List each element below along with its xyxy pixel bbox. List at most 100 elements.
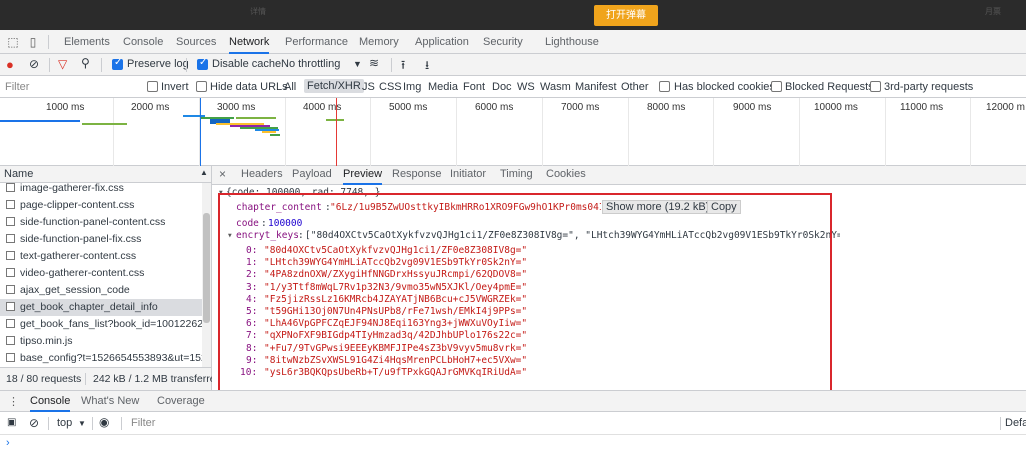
- clear-icon[interactable]: ⊘: [29, 57, 39, 71]
- eye-icon[interactable]: ◉: [99, 415, 109, 429]
- encrypted-key-value: "+Fu7/9TvGPwsi9EEEyKBMFJIPe4sZ3bV9vyv5mu…: [264, 342, 528, 354]
- filter-type-media[interactable]: Media: [428, 81, 458, 93]
- upload-icon[interactable]: ⭱: [401, 56, 405, 77]
- invert-checkbox[interactable]: [147, 81, 158, 92]
- array-index: 1:: [246, 257, 258, 269]
- tab-console[interactable]: Console: [123, 30, 163, 54]
- tab-headers[interactable]: Headers: [241, 168, 283, 180]
- has-blocked-cookies-checkbox[interactable]: [659, 81, 670, 92]
- filter-type-img[interactable]: Img: [403, 81, 421, 93]
- tab-security[interactable]: Security: [483, 30, 523, 54]
- request-row[interactable]: side-function-panel-content.css: [0, 214, 202, 231]
- tab-timing[interactable]: Timing: [500, 168, 533, 180]
- filter-bar: Filter Invert Hide data URLs All Fetch/X…: [0, 76, 1026, 98]
- page-ghost-text-left: 详情: [250, 7, 266, 16]
- tab-application[interactable]: Application: [415, 30, 469, 54]
- name-column-header[interactable]: Name: [4, 168, 33, 180]
- tab-network[interactable]: Network: [229, 30, 270, 54]
- wifi-icon[interactable]: ≋: [369, 56, 379, 70]
- network-toolbar: ● ⊘ ▽ ⚲ Preserve log Disable cache No th…: [0, 54, 1026, 76]
- context-selector[interactable]: top: [57, 417, 72, 429]
- request-row[interactable]: video-gatherer-content.css: [0, 265, 202, 282]
- console-prompt-icon[interactable]: ›: [6, 437, 10, 449]
- timeline-tick: 1000 ms: [46, 102, 85, 113]
- request-list: Name ▲ image-gatherer-fix.css page-clippe…: [0, 166, 221, 390]
- open-danmaku-button[interactable]: 打开弹幕: [594, 5, 658, 26]
- filter-type-font[interactable]: Font: [463, 81, 485, 93]
- preserve-log-checkbox[interactable]: [112, 57, 123, 70]
- expand-triangle-icon[interactable]: ▾: [218, 187, 224, 198]
- download-icon[interactable]: ⭳: [425, 56, 429, 77]
- drawer-tab-console[interactable]: Console: [30, 395, 71, 412]
- request-row[interactable]: text-gatherer-content.css: [0, 248, 202, 265]
- divider: [48, 35, 49, 49]
- request-list-header[interactable]: Name ▲: [0, 166, 211, 183]
- request-row[interactable]: tipso.min.js: [0, 333, 202, 350]
- request-row[interactable]: ajax_get_session_code: [0, 282, 202, 299]
- third-party-requests-checkbox[interactable]: [870, 81, 881, 92]
- expand-triangle-icon[interactable]: ▾: [227, 230, 233, 241]
- tab-preview[interactable]: Preview: [343, 168, 383, 185]
- tab-elements[interactable]: Elements: [64, 30, 110, 54]
- sort-up-icon[interactable]: ▲: [200, 168, 208, 177]
- filter-input[interactable]: Filter: [5, 81, 29, 93]
- filter-type-fetch-xhr[interactable]: Fetch/XHR: [304, 79, 364, 93]
- log-levels-select[interactable]: Defa: [1005, 417, 1026, 429]
- copy-button[interactable]: Copy: [707, 200, 741, 214]
- tab-performance[interactable]: Performance: [285, 30, 348, 54]
- console-filter-input[interactable]: Filter: [131, 417, 155, 429]
- filter-type-doc[interactable]: Doc: [492, 81, 512, 93]
- encrypted-key-value: "Fz5jizRssLz16KMRcb4JZAYATjNB6Bcu+cJ5VWG…: [264, 293, 528, 305]
- throttling-select[interactable]: No throttling: [281, 58, 340, 70]
- request-type-icon: [6, 200, 15, 209]
- more-options-icon[interactable]: ⋮: [8, 395, 19, 408]
- request-list-scrollbar[interactable]: [202, 183, 211, 367]
- blocked-requests-checkbox[interactable]: [771, 81, 782, 92]
- request-row[interactable]: page-clipper-content.css: [0, 197, 202, 214]
- scrollbar-thumb[interactable]: [203, 213, 210, 323]
- tab-memory[interactable]: Memory: [359, 30, 399, 54]
- has-blocked-cookies-label: Has blocked cookies: [674, 81, 775, 93]
- sidebar-toggle-icon[interactable]: ▣: [7, 417, 16, 428]
- disable-cache-checkbox[interactable]: [197, 57, 208, 70]
- hide-data-urls-checkbox[interactable]: [196, 81, 207, 92]
- request-row[interactable]: side-function-panel-fix.css: [0, 231, 202, 248]
- request-row[interactable]: get_book_chapter_detail_info: [0, 299, 202, 316]
- filter-type-wasm[interactable]: Wasm: [540, 81, 571, 93]
- drawer-tab-whats-new[interactable]: What's New: [81, 395, 139, 407]
- tab-lighthouse[interactable]: Lighthouse: [545, 30, 599, 54]
- array-index: 9:: [246, 354, 258, 366]
- timeline-tick: 9000 ms: [733, 102, 772, 113]
- filter-type-js[interactable]: JS: [362, 81, 375, 93]
- inspect-element-icon[interactable]: ⬚: [6, 35, 20, 49]
- close-icon[interactable]: ×: [219, 167, 226, 181]
- filter-type-all[interactable]: All: [284, 81, 296, 93]
- filter-type-other[interactable]: Other: [621, 81, 649, 93]
- tab-initiator[interactable]: Initiator: [450, 168, 486, 180]
- grid-line: [285, 98, 286, 166]
- request-row[interactable]: base_config?t=1526654553893&ut=152.: [0, 350, 202, 367]
- filter-type-manifest[interactable]: Manifest: [575, 81, 617, 93]
- clear-console-icon[interactable]: ⊘: [29, 416, 39, 430]
- tab-response[interactable]: Response: [392, 168, 442, 180]
- tab-sources[interactable]: Sources: [176, 30, 216, 54]
- chevron-down-icon[interactable]: ▼: [78, 419, 86, 428]
- tab-payload[interactable]: Payload: [292, 168, 332, 180]
- show-more-button[interactable]: Show more (19.2 kB): [602, 200, 714, 214]
- array-index: 7:: [246, 330, 258, 342]
- timeline-overview[interactable]: 1000 ms 2000 ms 3000 ms 4000 ms 5000 ms …: [0, 98, 1026, 166]
- json-root-summary[interactable]: {code: 100000, rad: 7748,…}: [226, 187, 380, 198]
- filter-icon[interactable]: ▽: [58, 57, 67, 71]
- tab-cookies[interactable]: Cookies: [546, 168, 586, 180]
- filter-type-css[interactable]: CSS: [379, 81, 402, 93]
- chevron-down-icon[interactable]: ▼: [353, 59, 362, 69]
- device-toolbar-icon[interactable]: ▯: [26, 35, 40, 49]
- request-row[interactable]: get_book_fans_list?book_id=100122625&: [0, 316, 202, 333]
- timeline-tick: 2000 ms: [131, 102, 170, 113]
- load-event-line: [336, 98, 337, 166]
- filter-type-ws[interactable]: WS: [517, 81, 535, 93]
- search-icon[interactable]: ⚲: [81, 56, 90, 70]
- record-icon[interactable]: ●: [6, 57, 14, 72]
- drawer-tab-coverage[interactable]: Coverage: [157, 395, 205, 407]
- timeline-tick: 12000 m: [986, 102, 1025, 113]
